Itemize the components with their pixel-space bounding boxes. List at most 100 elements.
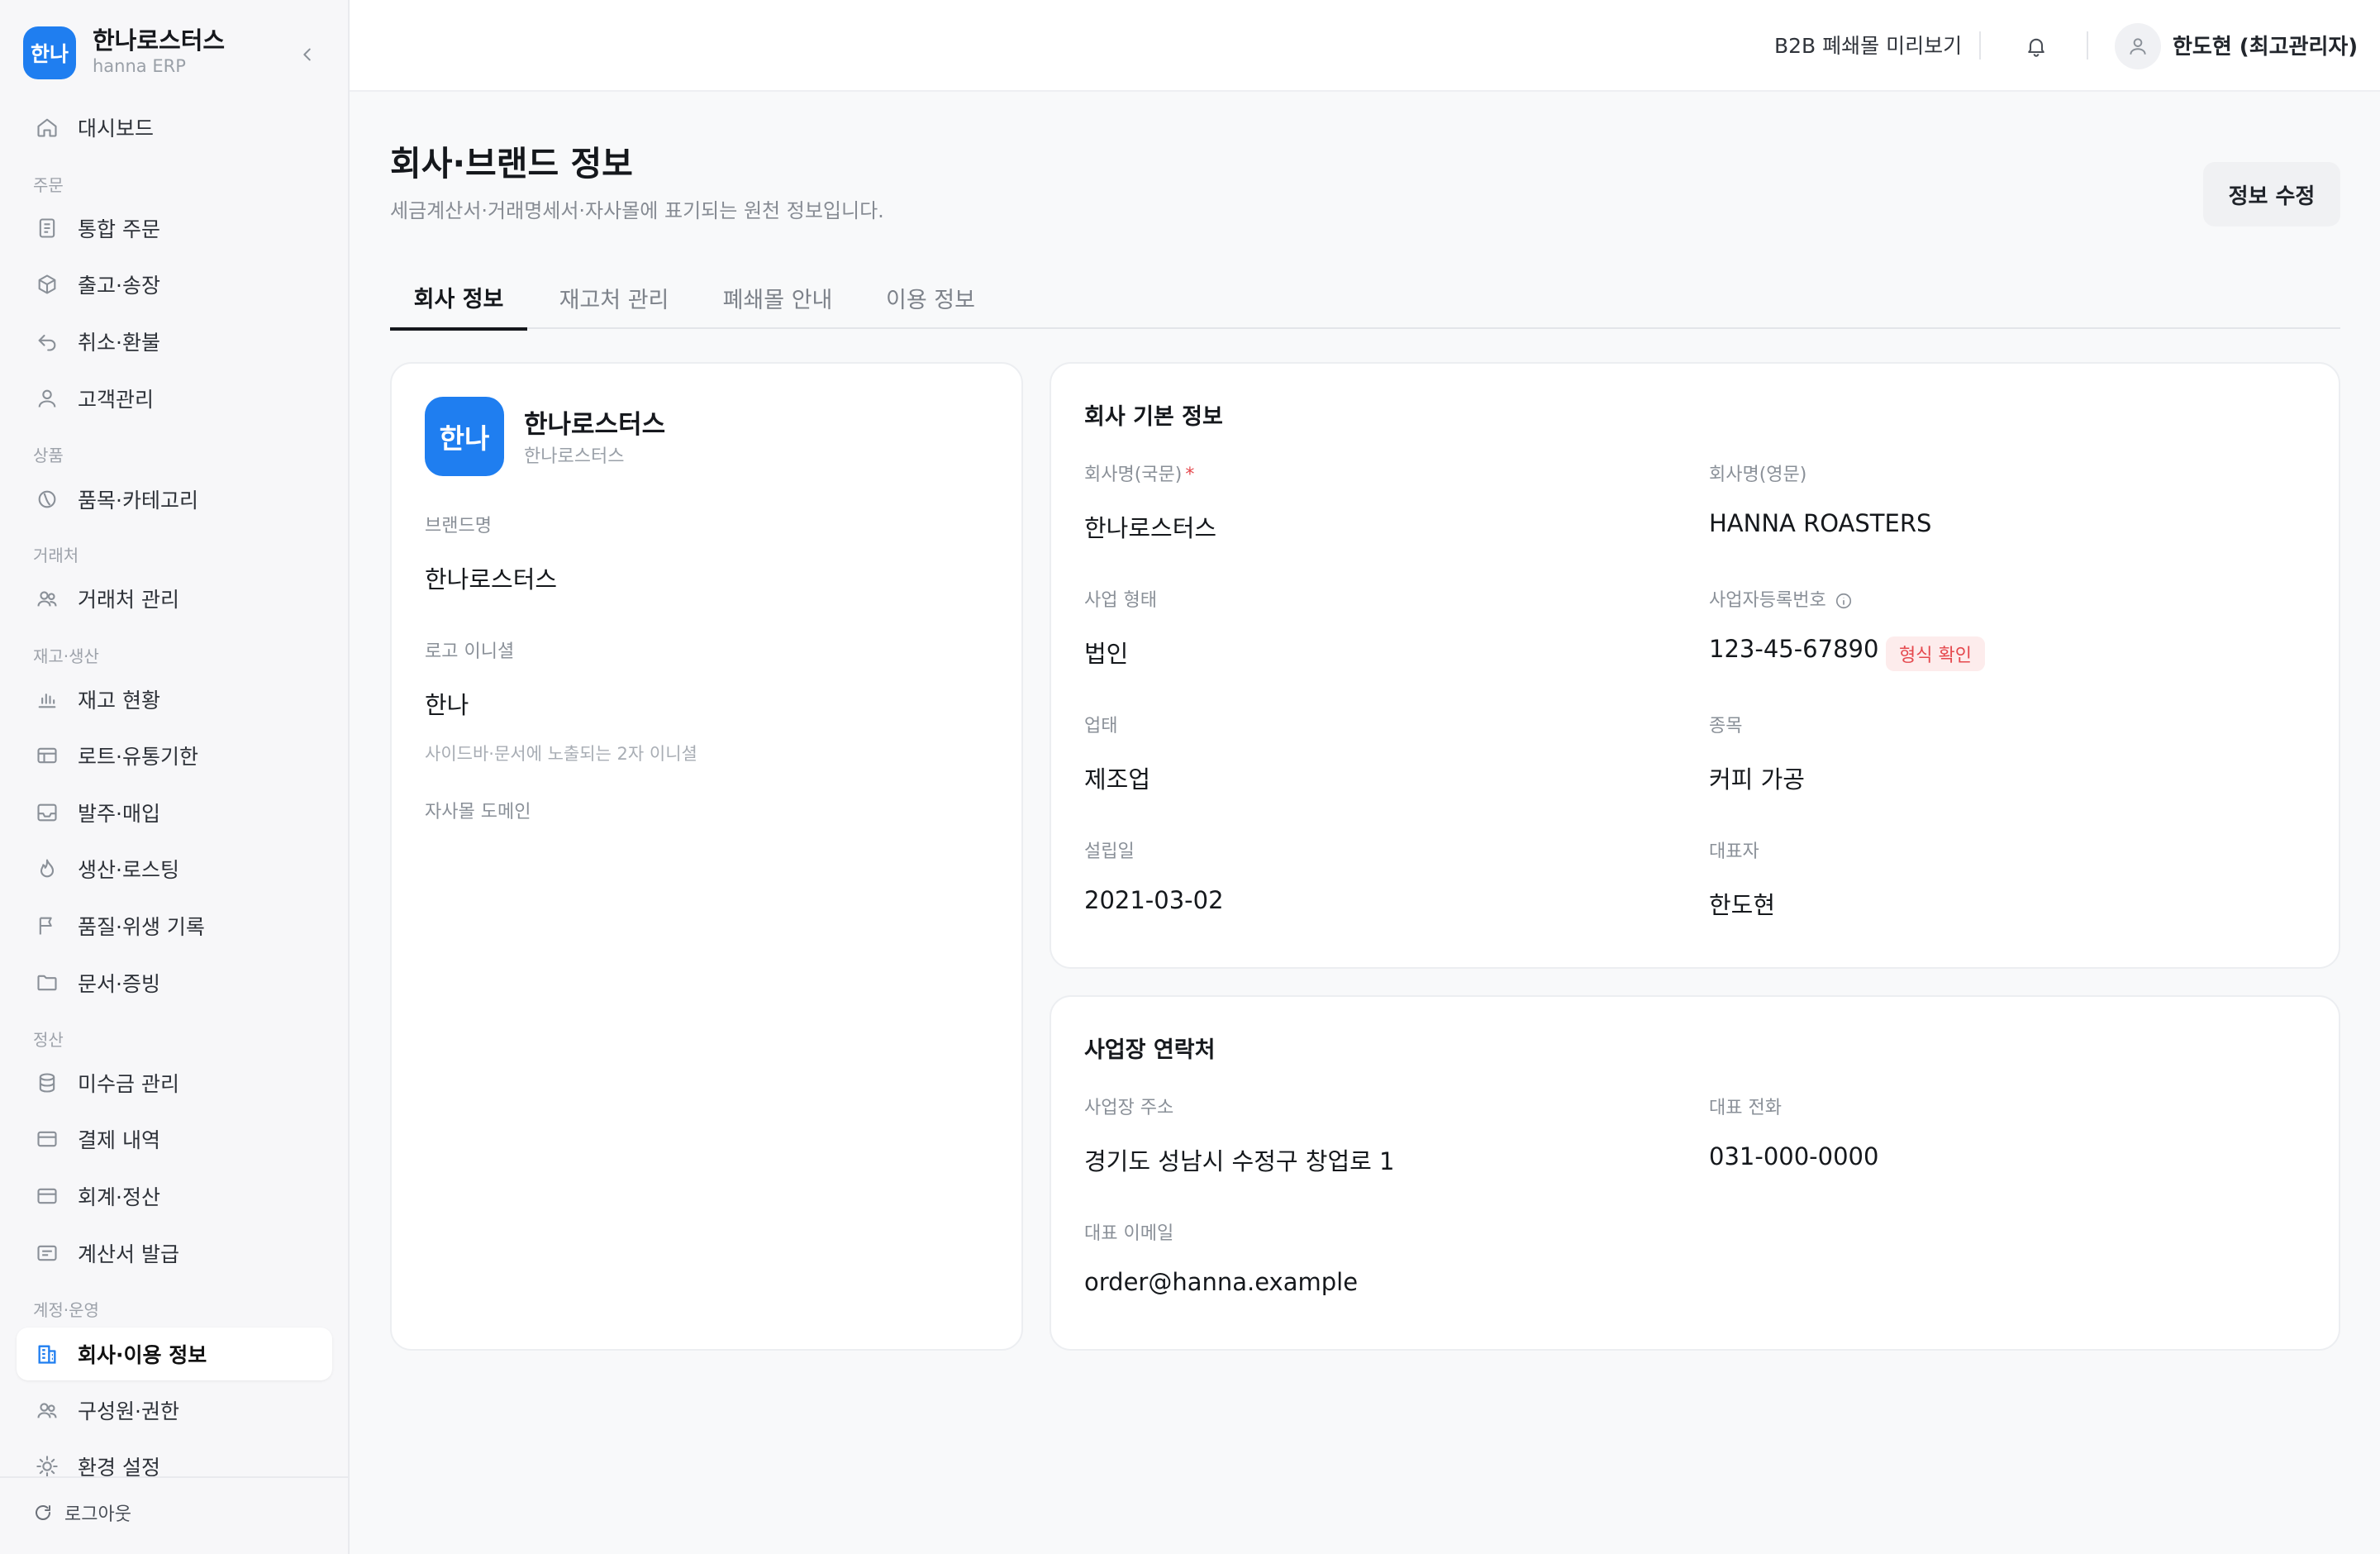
field-label-biz-type: 사업 형태	[1084, 590, 1157, 611]
nav-section-account: 계정·운영	[33, 1300, 99, 1320]
brand-name-value: 한나로스터스	[425, 565, 558, 593]
logout-button[interactable]: 로그아웃	[33, 1499, 131, 1526]
nav-label: 회사·이용 정보	[78, 1343, 207, 1367]
tab-company-info[interactable]: 회사 정보	[390, 266, 527, 331]
logo-initial-value: 한나	[425, 691, 469, 719]
nav-item-orders[interactable]: 통합 주문	[17, 202, 332, 255]
bell-icon	[2028, 38, 2044, 57]
tab-warehouse[interactable]: 재고처 관리	[545, 266, 683, 329]
nav-item-invoices[interactable]: 계산서 발급	[17, 1227, 332, 1280]
field-label-phone: 대표 전화	[1709, 1098, 1782, 1118]
nav-item-roasting[interactable]: 생산·로스팅	[17, 842, 332, 895]
users-icon	[35, 1398, 60, 1423]
collapse-sidebar-button[interactable]	[293, 40, 322, 69]
field-label-address: 사업장 주소	[1084, 1098, 1174, 1118]
notification-button[interactable]	[2020, 30, 2053, 63]
brand-name-label: 브랜드명	[425, 516, 492, 536]
field-label-industry: 업태	[1084, 716, 1118, 736]
bar-chart-icon	[35, 687, 60, 712]
brand-logo-large: 한나	[425, 397, 504, 476]
brand-card: 한나 한나로스터스 한나로스터스 브랜드명 한나로스터스 로고 이니셜 한나 사…	[390, 362, 1023, 1351]
undo-icon	[35, 329, 60, 354]
box-icon	[35, 272, 60, 297]
card-icon	[35, 1184, 60, 1208]
nav-item-members[interactable]: 구성원·권한	[17, 1384, 332, 1437]
nav-item-company[interactable]: 회사·이용 정보	[17, 1328, 332, 1380]
field-value-email: order@hanna.example	[1084, 1268, 1359, 1296]
nav-item-stock[interactable]: 재고 현황	[17, 673, 332, 726]
nav-item-documents[interactable]: 문서·증빙	[17, 956, 332, 1009]
nav-label: 품질·위생 기록	[78, 915, 205, 939]
field-value-phone: 031-000-0000	[1709, 1142, 1879, 1170]
nav-item-partners[interactable]: 거래처 관리	[17, 572, 332, 625]
brand-subtitle: hanna ERP	[93, 56, 186, 76]
page-subtitle: 세금계산서·거래명세서·자사몰에 표기되는 원천 정보입니다.	[390, 199, 884, 222]
nav-item-accounting[interactable]: 회계·정산	[17, 1170, 332, 1223]
nav-item-receivables[interactable]: 미수금 관리	[17, 1056, 332, 1109]
document-icon	[35, 216, 60, 241]
nav-label: 미수금 관리	[78, 1072, 179, 1096]
nav-section-partner: 거래처	[33, 546, 79, 565]
nav-item-quality[interactable]: 품질·위생 기록	[17, 899, 332, 952]
field-label-item: 종목	[1709, 716, 1743, 736]
nav-item-purchase[interactable]: 발주·매입	[17, 786, 332, 839]
nav-label: 문서·증빙	[78, 972, 160, 996]
sidebar-footer: 로그아웃	[0, 1476, 348, 1554]
avatar[interactable]	[2115, 23, 2161, 69]
logo-initial-hint: 사이드바·문서에 노출되는 2자 이니셜	[425, 744, 697, 764]
users-icon	[35, 586, 60, 611]
info-icon[interactable]	[1835, 592, 1853, 610]
home-icon	[35, 115, 60, 140]
inbox-icon	[35, 800, 60, 825]
field-value-name-ko: 한나로스터스	[1084, 514, 1217, 542]
nav-label: 품목·카테고리	[78, 489, 198, 512]
top-bar: B2B 폐쇄몰 미리보기 한도현 (최고관리자)	[350, 0, 2380, 92]
field-value-biz-type: 법인	[1084, 640, 1129, 668]
tab-usage-info[interactable]: 이용 정보	[873, 266, 988, 329]
tab-closed-mall[interactable]: 폐쇄몰 안내	[709, 266, 846, 329]
flag-icon	[35, 913, 60, 938]
nav-item-products[interactable]: 품목·카테고리	[17, 473, 332, 526]
status-badge: 형식 확인	[1886, 636, 1985, 671]
field-label-founded: 설립일	[1084, 841, 1135, 862]
receipt-icon	[35, 1241, 60, 1266]
field-label-email: 대표 이메일	[1084, 1223, 1174, 1244]
nav-section-order: 주문	[33, 175, 64, 195]
b2b-preview-link[interactable]: B2B 폐쇄몰 미리보기	[1774, 30, 1962, 60]
divider	[2087, 31, 2088, 60]
refresh-icon	[36, 1505, 50, 1520]
brand-header: 한나 한나로스터스 hanna ERP	[23, 21, 329, 79]
brand-card-sub: 한나로스터스	[524, 446, 625, 467]
nav-label: 대시보드	[78, 117, 155, 141]
brand-card-name: 한나로스터스	[524, 410, 666, 440]
field-value-founded: 2021-03-02	[1084, 886, 1224, 914]
nav-item-lots[interactable]: 로트·유통기한	[17, 729, 332, 782]
nav-label: 재고 현황	[78, 689, 160, 713]
contact-card: 사업장 연락처 사업장 주소 경기도 성남시 수정구 창업로 1 대표 전화 0…	[1050, 995, 2340, 1351]
nav-label: 출고·송장	[78, 274, 160, 298]
user-icon	[35, 386, 60, 411]
tag-icon	[35, 487, 60, 512]
nav-section-settle: 정산	[33, 1030, 64, 1050]
logo-initial-label: 로고 이니셜	[425, 641, 515, 662]
nav-item-customers[interactable]: 고객관리	[17, 372, 332, 425]
field-value-reg-no: 123-45-67890	[1709, 635, 1879, 663]
table-icon	[35, 743, 60, 768]
edit-info-button[interactable]: 정보 수정	[2203, 162, 2340, 226]
brand-name: 한나로스터스	[93, 26, 226, 55]
brand-logo: 한나	[23, 26, 76, 79]
nav-label: 회계·정산	[78, 1185, 160, 1209]
building-icon	[35, 1342, 60, 1366]
nav-item-refund[interactable]: 취소·환불	[17, 315, 332, 368]
nav-label: 로트·유통기한	[78, 745, 198, 769]
nav-item-dashboard[interactable]: 대시보드	[17, 101, 332, 154]
nav-label: 거래처 관리	[78, 588, 179, 612]
user-name[interactable]: 한도현 (최고관리자)	[2173, 30, 2358, 60]
tab-bar: 회사 정보 재고처 관리 폐쇄몰 안내 이용 정보	[390, 266, 2340, 331]
user-icon	[2130, 38, 2146, 55]
nav-label: 발주·매입	[78, 802, 160, 826]
company-info-card: 회사 기본 정보 회사명(국문) * 한나로스터스 회사명(영문) HANNA R…	[1050, 362, 2340, 969]
nav-item-payments[interactable]: 결제 내역	[17, 1113, 332, 1166]
nav-item-shipping[interactable]: 출고·송장	[17, 258, 332, 311]
field-value-item: 커피 가공	[1709, 765, 1805, 794]
